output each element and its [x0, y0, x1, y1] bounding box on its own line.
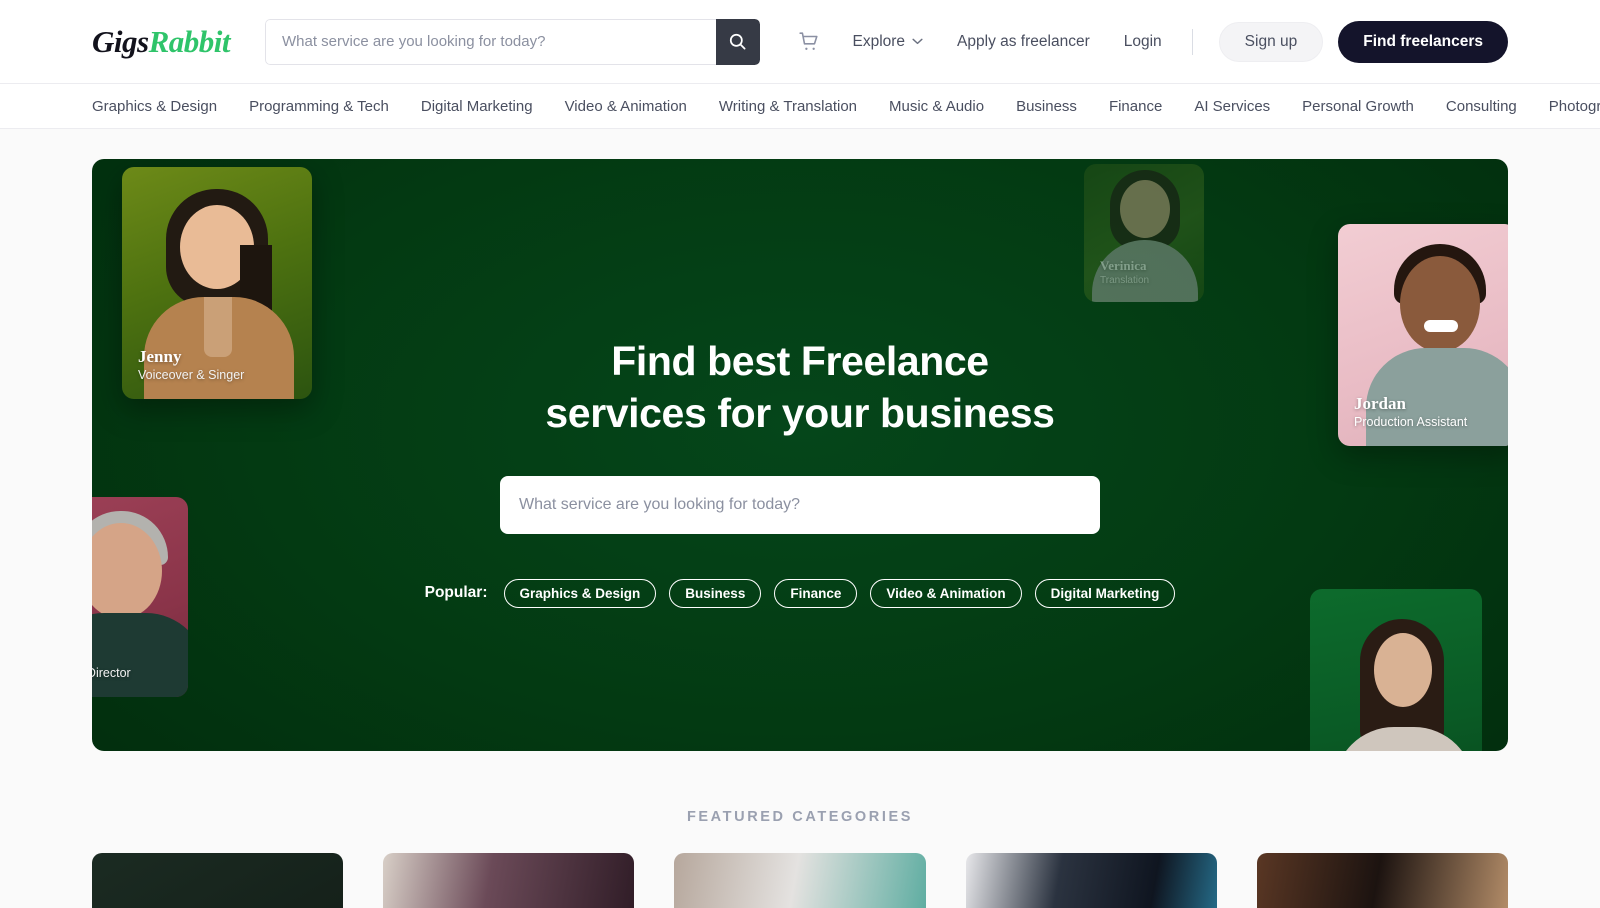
- featured-category-card-1[interactable]: [92, 853, 344, 908]
- freelancer-photo: [1310, 589, 1482, 751]
- freelancer-name: lin: [92, 646, 131, 665]
- freelancer-card-verinica[interactable]: Verinica Translation: [1084, 164, 1204, 302]
- login-link[interactable]: Login: [1124, 33, 1162, 51]
- freelancer-role: tive Director: [92, 666, 131, 681]
- nav-item-finance[interactable]: Finance: [1109, 98, 1162, 115]
- featured-categories-title: FEATURED CATEGORIES: [686, 809, 914, 825]
- featured-category-card-5[interactable]: [1256, 853, 1509, 908]
- apply-as-freelancer-link[interactable]: Apply as freelancer: [957, 33, 1090, 51]
- header-search-bar: [264, 18, 760, 65]
- find-freelancers-button[interactable]: Find freelancers: [1338, 20, 1508, 63]
- popular-tag-graphics-design[interactable]: Graphics & Design: [503, 578, 657, 608]
- hero-title: Find best Freelance services for your bu…: [545, 335, 1055, 440]
- freelancer-name: Verinica: [1100, 257, 1147, 273]
- featured-categories-section: FEATURED CATEGORIES: [0, 751, 1600, 908]
- popular-label: Popular:: [424, 584, 488, 602]
- popular-tag-digital-marketing[interactable]: Digital Marketing: [1034, 578, 1176, 608]
- freelancer-role: Translation: [1100, 275, 1150, 286]
- cart-button[interactable]: [792, 25, 826, 59]
- logo-text-primary: Gigs: [92, 23, 149, 59]
- featured-category-card-3[interactable]: [674, 853, 926, 908]
- hero-content: Find best Freelance services for your bu…: [92, 335, 1508, 608]
- nav-item-photography[interactable]: Photography: [1549, 98, 1600, 115]
- header-divider: [1191, 28, 1193, 55]
- category-nav: Graphics & Design Programming & Tech Dig…: [0, 84, 1600, 129]
- hero-section-wrapper: Jenny Voiceover & Singer Verinica Transl…: [0, 129, 1600, 751]
- hero-search-input[interactable]: [500, 475, 1100, 534]
- header-search-button[interactable]: [715, 18, 760, 65]
- featured-categories-grid: [0, 853, 1600, 908]
- hero-title-line-2: services for your business: [545, 390, 1055, 437]
- site-header: GigsRabbit Explore Apply as freelancer L…: [0, 0, 1600, 84]
- nav-item-business[interactable]: Business: [1016, 98, 1077, 115]
- nav-item-digital-marketing[interactable]: Digital Marketing: [421, 98, 533, 115]
- freelancer-caption: Verinica Translation: [1100, 257, 1150, 288]
- freelancer-caption: lin tive Director: [92, 646, 131, 683]
- popular-tags-row: Popular: Graphics & Design Business Fina…: [424, 578, 1176, 608]
- popular-tag-business[interactable]: Business: [669, 578, 762, 608]
- popular-tag-finance[interactable]: Finance: [774, 578, 858, 608]
- nav-item-consulting[interactable]: Consulting: [1446, 98, 1517, 115]
- explore-menu[interactable]: Explore: [852, 33, 923, 51]
- hero-banner: Jenny Voiceover & Singer Verinica Transl…: [92, 159, 1508, 751]
- nav-item-ai-services[interactable]: AI Services: [1194, 98, 1270, 115]
- popular-tag-video-animation[interactable]: Video & Animation: [870, 578, 1022, 608]
- search-icon: [730, 33, 746, 50]
- featured-category-card-2[interactable]: [383, 853, 635, 908]
- freelancer-card-unnamed[interactable]: [1310, 589, 1482, 751]
- logo[interactable]: GigsRabbit: [92, 24, 230, 60]
- shopping-cart-icon: [799, 32, 818, 50]
- header-actions: Explore Apply as freelancer Login Sign u…: [792, 20, 1508, 63]
- nav-item-programming-tech[interactable]: Programming & Tech: [249, 98, 389, 115]
- nav-item-video-animation[interactable]: Video & Animation: [565, 98, 687, 115]
- nav-item-personal-growth[interactable]: Personal Growth: [1302, 98, 1414, 115]
- nav-item-music-audio[interactable]: Music & Audio: [889, 98, 984, 115]
- chevron-down-icon: [912, 38, 923, 45]
- nav-item-writing-translation[interactable]: Writing & Translation: [719, 98, 857, 115]
- header-search-input[interactable]: [264, 18, 716, 65]
- explore-label: Explore: [852, 32, 906, 50]
- hero-title-line-1: Find best Freelance: [611, 338, 989, 384]
- nav-item-graphics-design[interactable]: Graphics & Design: [92, 98, 217, 115]
- featured-category-card-4[interactable]: [965, 853, 1217, 908]
- logo-text-accent: Rabbit: [148, 23, 231, 59]
- sign-up-button[interactable]: Sign up: [1218, 21, 1324, 62]
